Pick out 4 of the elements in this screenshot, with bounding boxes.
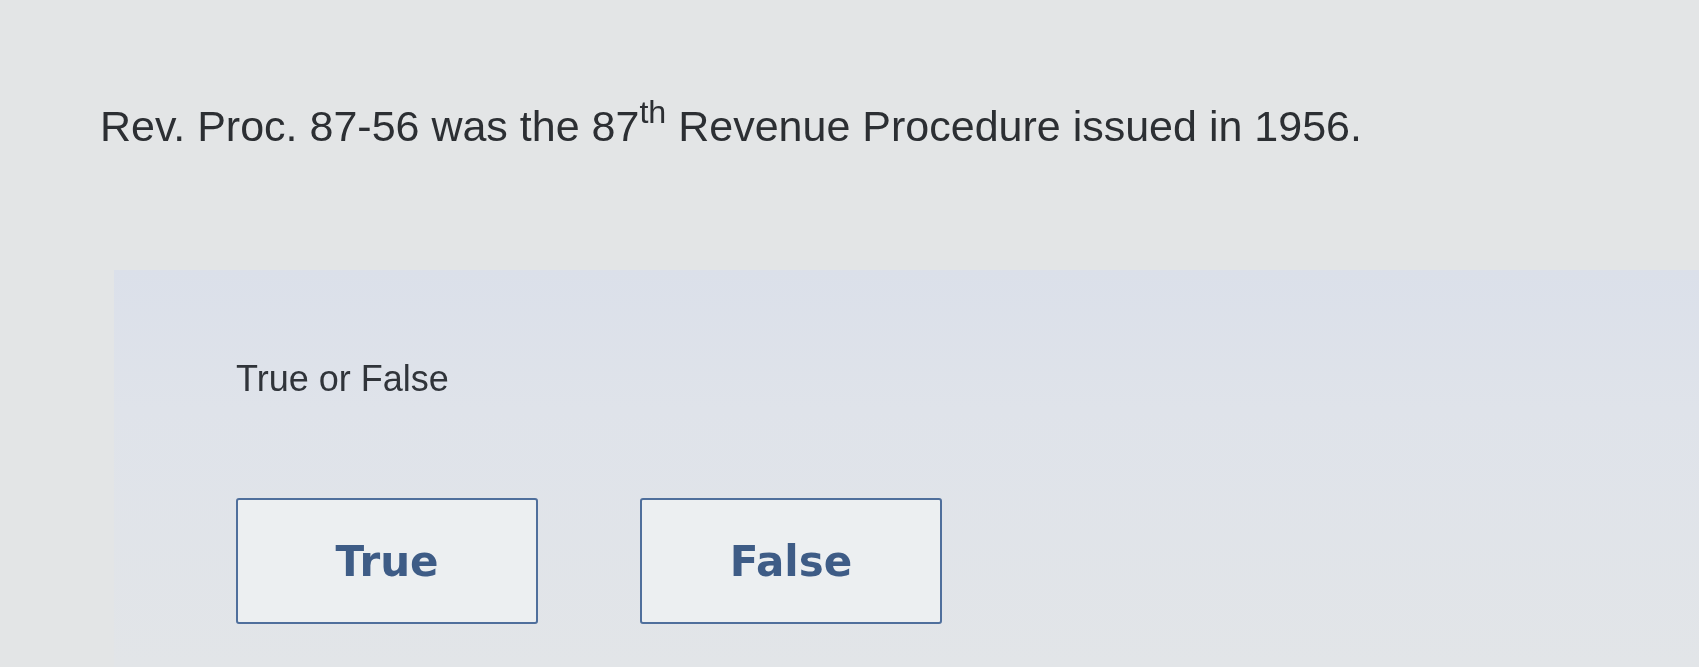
question-text: Rev. Proc. 87-56 was the 87$^{th}$ Revenue Procedure issued in 1956.	[100, 100, 1362, 152]
answer-prompt: True or False	[236, 358, 449, 400]
answer-option-button[interactable]: False	[640, 498, 942, 624]
answer-option-button[interactable]: True	[236, 498, 538, 624]
